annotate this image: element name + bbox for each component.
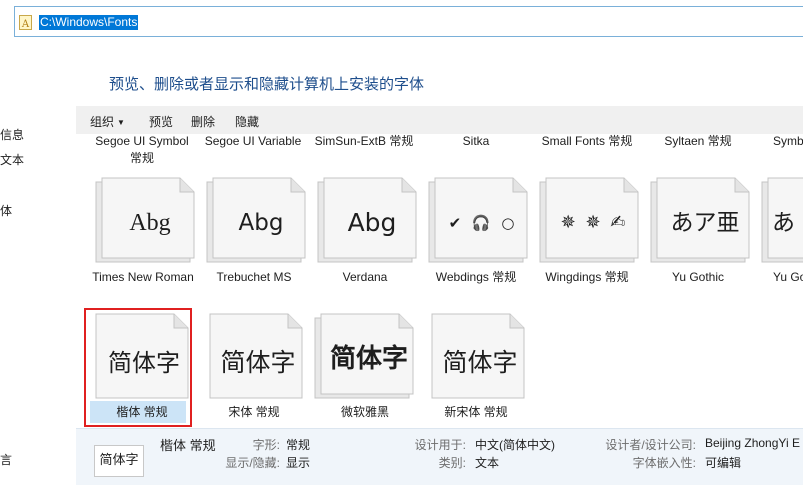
designer-value: Beijing ZhongYi E — [705, 436, 800, 450]
font-sample: 简体字 — [220, 348, 296, 377]
font-item-label[interactable]: Small Fonts 常规 — [535, 133, 639, 150]
organize-label: 组织 — [90, 115, 115, 129]
show-hide-label: 显示/隐藏: — [225, 456, 280, 470]
embed-label: 字体嵌入性: — [632, 456, 696, 470]
font-sample: Abg — [129, 210, 171, 236]
svg-text:A: A — [21, 19, 30, 30]
designer-label: 设计者/设计公司: — [605, 438, 696, 452]
font-item-label[interactable]: Yu Gothic — [646, 269, 750, 286]
font-folder-icon: A — [19, 15, 32, 30]
nav-item-font[interactable]: 体 — [0, 202, 12, 219]
font-sample: あ — [772, 210, 795, 236]
organize-button[interactable]: 组织 ▼ — [90, 113, 125, 130]
delete-button[interactable]: 删除 — [191, 113, 215, 130]
details-title: 楷体 常规 — [160, 438, 216, 453]
font-sample: 简体字 — [442, 348, 518, 377]
nav-item-language[interactable]: 言 — [0, 451, 12, 468]
font-item-label[interactable]: Symb — [757, 133, 803, 150]
font-item-label[interactable]: Times New Roman — [91, 269, 195, 286]
hide-button[interactable]: 隐藏 — [235, 113, 259, 130]
font-item-label[interactable]: Sitka — [424, 133, 528, 150]
font-sample: Abg — [347, 208, 397, 237]
font-sample: あア亜 — [670, 210, 740, 236]
font-item-label[interactable]: Syltaen 常规 — [646, 133, 750, 150]
font-item-label[interactable]: Yu Go — [757, 269, 803, 286]
details-pane: 简体字 楷体 常规 字形: 常规 显示/隐藏: 显示 设计用于: 中文(简体中文… — [76, 428, 803, 485]
font-sample: ✔ 🎧 ○ — [448, 214, 518, 232]
address-path[interactable]: C:\Windows\Fonts — [39, 15, 139, 30]
font-item-label[interactable]: 宋体 常规 — [202, 404, 306, 421]
font-item-label[interactable]: Segoe UI Variable — [201, 133, 305, 150]
font-item-label[interactable]: Trebuchet MS — [202, 269, 306, 286]
font-item-label[interactable]: 微软雅黑 — [313, 404, 417, 421]
font-item-label[interactable]: 新宋体 常规 — [424, 404, 528, 421]
category-label: 类别: — [438, 456, 466, 470]
font-sample: Abg — [238, 210, 284, 236]
style-value: 常规 — [286, 438, 311, 452]
font-item-label[interactable]: SimSun-ExtB 常规 — [312, 133, 416, 150]
toolbar: 组织 ▼ 预览 删除 隐藏 — [76, 106, 803, 134]
details-thumbnail: 简体字 — [94, 445, 144, 477]
nav-item-text[interactable]: 文本 — [0, 151, 24, 168]
designed-for-value: 中文(简体中文) — [475, 438, 555, 452]
designed-for-label: 设计用于: — [414, 438, 466, 452]
page-title: 预览、删除或者显示和隐藏计算机上安装的字体 — [109, 76, 425, 93]
style-label: 字形: — [252, 438, 280, 452]
chevron-down-icon: ▼ — [117, 118, 125, 127]
font-item-label[interactable]: Webdings 常规 — [424, 269, 528, 286]
address-bar[interactable]: A C:\Windows\Fonts — [14, 6, 803, 37]
font-item-label[interactable]: 楷体 常规 — [90, 404, 194, 421]
category-value: 文本 — [475, 456, 500, 470]
font-sample: ✵ ✵ ✍ — [560, 212, 628, 233]
show-hide-value: 显示 — [286, 456, 311, 470]
font-item-label[interactable]: Wingdings 常规 — [535, 269, 639, 286]
font-sample: 简体字 — [329, 344, 408, 374]
nav-item-info[interactable]: 信息 — [0, 126, 24, 143]
embed-value: 可编辑 — [705, 456, 742, 470]
preview-button[interactable]: 预览 — [149, 113, 173, 130]
font-item-label[interactable]: Segoe UI Symbol 常规 — [90, 133, 194, 167]
font-item-label[interactable]: Verdana — [313, 269, 417, 286]
